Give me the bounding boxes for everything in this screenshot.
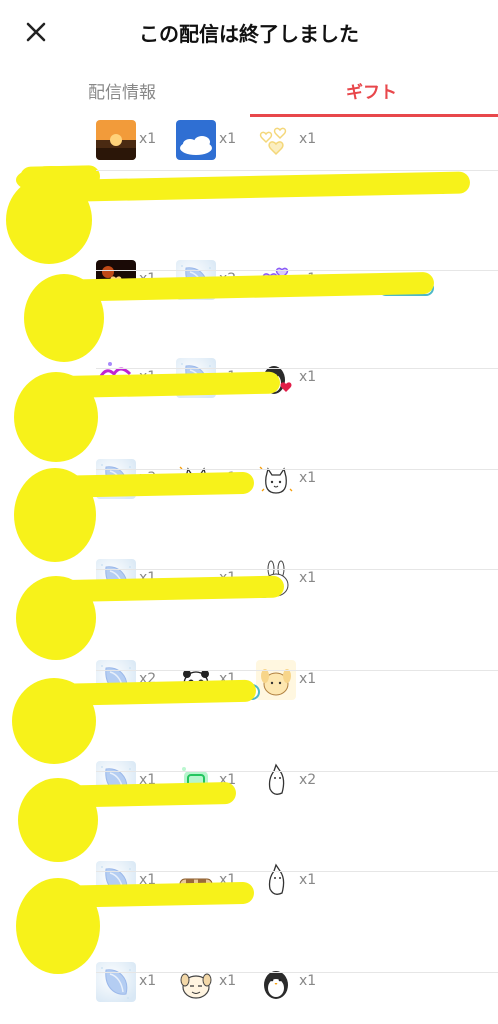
gift-item: x1 bbox=[256, 962, 376, 1002]
gift-count: x1 bbox=[299, 131, 317, 147]
gift-count: x1 bbox=[139, 131, 157, 147]
gold-hearts-gift-icon bbox=[256, 120, 296, 160]
gift-row: x1 x1 x1 bbox=[0, 118, 498, 194]
penguin-sticker-icon bbox=[256, 962, 296, 1002]
gift-item: x1 bbox=[256, 120, 376, 160]
gift-row: x1 x1 x1 bbox=[0, 872, 498, 1002]
gift-row: x3 x1 x1 bbox=[0, 369, 498, 499]
gift-count: x1 bbox=[219, 973, 237, 989]
gift-count: x1 bbox=[299, 973, 317, 989]
redacted-username bbox=[35, 471, 255, 499]
page-title: この配信は終了しました bbox=[139, 22, 359, 46]
redacted-username bbox=[37, 881, 255, 909]
gift-row: x1 x2 x1 bbox=[0, 170, 498, 300]
redacted-username bbox=[43, 271, 435, 303]
thanks-dog-sticker-icon bbox=[176, 962, 216, 1002]
tab-bar: 配信情報 ギフト bbox=[0, 66, 498, 118]
gift-count: x1 bbox=[139, 973, 157, 989]
sunset-gift-icon bbox=[96, 120, 136, 160]
redacted-username bbox=[39, 371, 281, 399]
gift-row: x2 x1 x1 bbox=[0, 570, 498, 700]
redacted-username bbox=[31, 679, 257, 707]
blue-petal-gift-icon bbox=[96, 962, 136, 1002]
sky-cloud-gift-icon bbox=[176, 120, 216, 160]
header: この配信は終了しました bbox=[0, 0, 498, 66]
redacted-username bbox=[39, 781, 237, 809]
redacted-username bbox=[43, 575, 285, 603]
gift-row: x1 x1 x1 bbox=[0, 771, 498, 901]
gift-list[interactable]: x1x1 x1 x1 x2 x1 x1 x1 x1 x3 x1 x1 x1 x1… bbox=[0, 118, 498, 1024]
gift-row: x1 x1 x1 bbox=[0, 268, 498, 398]
tab-selected-underline bbox=[250, 114, 498, 117]
row-divider bbox=[96, 972, 498, 973]
tab-gifts[interactable]: ギフト bbox=[346, 78, 397, 103]
tab-stream-info[interactable]: 配信情報 bbox=[88, 78, 156, 103]
gift-row: OK x1 x1 x2 bbox=[0, 671, 498, 801]
redacted-username bbox=[29, 171, 471, 203]
gift-count: x1 bbox=[219, 131, 237, 147]
gift-row: x1 x1 x1 bbox=[0, 468, 498, 599]
